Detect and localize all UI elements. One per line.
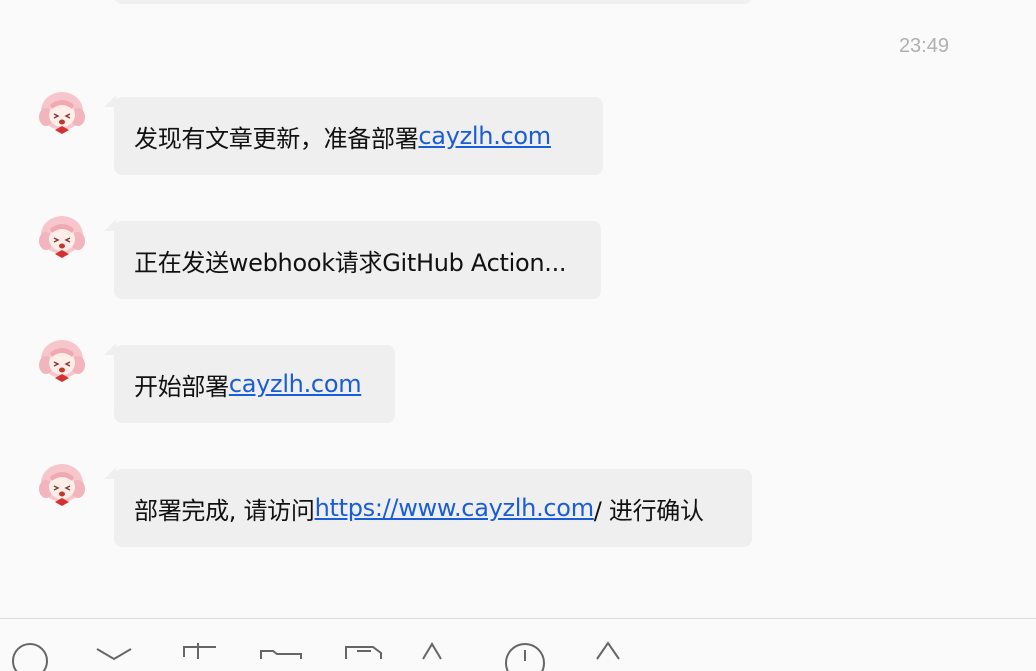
avatar[interactable] [37, 459, 87, 509]
emoji-icon[interactable] [10, 641, 50, 671]
avatar[interactable] [37, 87, 87, 137]
avatar[interactable] [37, 211, 87, 261]
message-link[interactable]: cayzlh.com [418, 122, 551, 150]
scissors-icon[interactable] [94, 641, 134, 671]
message-link[interactable]: https://www.cayzlh.com [315, 494, 595, 522]
chat-message: 发现有文章更新，准备部署 cayzlh.com [0, 92, 1036, 175]
previous-message-bubble [114, 0, 752, 4]
input-toolbar [0, 618, 1036, 671]
message-bubble: 正在发送webhook请求GitHub Action... [104, 219, 601, 299]
avatar[interactable] [37, 335, 87, 385]
ink-drop-icon[interactable] [417, 641, 457, 671]
message-text: 正在发送webhook请求GitHub Action... [134, 248, 567, 277]
message-text: 开始部署 [134, 372, 229, 401]
message-suffix: / 进行确认 [593, 496, 704, 525]
chat-message: 开始部署 cayzlh.com [0, 340, 1036, 423]
message-text: 发现有文章更新，准备部署 [134, 124, 419, 153]
clock-icon[interactable] [503, 641, 545, 671]
message-bubble: 开始部署 cayzlh.com [104, 343, 395, 423]
message-link[interactable]: cayzlh.com [229, 370, 362, 398]
message-bubble: 部署完成, 请访问 https://www.cayzlh.com / 进行确认 [104, 467, 752, 547]
message-text: 部署完成, 请访问 [134, 496, 315, 525]
message-timestamp: 23:49 [898, 35, 949, 57]
folder-icon[interactable] [259, 641, 302, 671]
chat-message: 部署完成, 请访问 https://www.cayzlh.com / 进行确认 [0, 464, 1036, 547]
bell-icon[interactable] [593, 641, 633, 671]
message-bubble: 发现有文章更新，准备部署 cayzlh.com [104, 95, 603, 175]
screenshot-icon[interactable] [176, 641, 216, 671]
chat-message: 正在发送webhook请求GitHub Action... [0, 216, 1036, 299]
file-icon[interactable] [343, 641, 383, 671]
